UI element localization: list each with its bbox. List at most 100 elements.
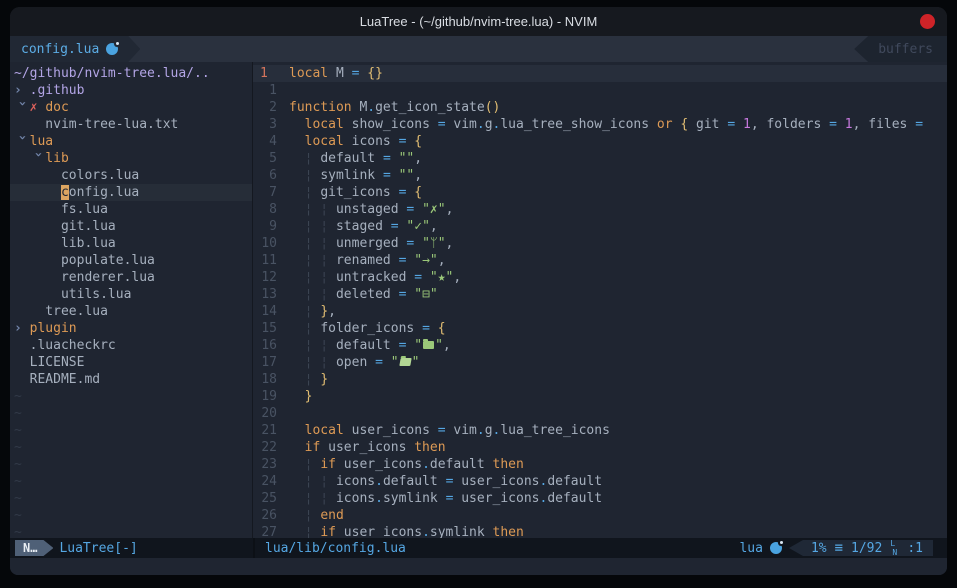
- token: onfig.lua: [69, 185, 139, 200]
- tree-root-path[interactable]: ~/github/nvim-tree.lua/..: [10, 65, 252, 82]
- code-line[interactable]: 18 ¦ }: [253, 371, 947, 388]
- buffers-segment[interactable]: buffers: [854, 36, 947, 62]
- code-text: ¦ folder_icons = {: [289, 320, 446, 337]
- code-line[interactable]: 8 ¦ ¦ unstaged = "✗",: [253, 201, 947, 218]
- token: g: [485, 423, 493, 438]
- token: default: [547, 474, 602, 489]
- code-line[interactable]: 12 ¦ ¦ untracked = "★",: [253, 269, 947, 286]
- code-line[interactable]: 26 ¦ end: [253, 507, 947, 524]
- tree-item-luacheckrc[interactable]: .luacheckrc: [10, 337, 252, 354]
- tree-item-renderer-lua[interactable]: renderer.lua: [10, 269, 252, 286]
- code-line[interactable]: 5 ¦ default = "",: [253, 150, 947, 167]
- code-line[interactable]: 1local M = {}: [253, 65, 947, 82]
- title-bar[interactable]: LuaTree - (~/github/nvim-tree.lua) - NVI…: [10, 7, 947, 36]
- token: default: [430, 457, 493, 472]
- tree-item-github[interactable]: › .github: [10, 82, 252, 99]
- tree-item-git-lua[interactable]: git.lua: [10, 218, 252, 235]
- token: function: [289, 100, 352, 115]
- line-number: 26: [253, 507, 289, 524]
- tab-config-lua[interactable]: config.lua: [10, 36, 140, 62]
- token: ¦ ¦: [305, 270, 336, 285]
- token: [289, 338, 305, 353]
- token: ¦ ¦: [305, 236, 336, 251]
- line-number: 3: [253, 116, 289, 133]
- code-line[interactable]: 9 ¦ ¦ staged = "✓",: [253, 218, 947, 235]
- token: [430, 321, 438, 336]
- token: ¦: [305, 321, 321, 336]
- tree-item-utils-lua[interactable]: utils.lua: [10, 286, 252, 303]
- code-line[interactable]: 15 ¦ folder_icons = {: [253, 320, 947, 337]
- code-text: ¦ ¦ unstaged = "✗",: [289, 201, 453, 218]
- file-tree[interactable]: ~/github/nvim-tree.lua/..› .github› ✗ do…: [10, 62, 252, 538]
- code-line[interactable]: 24 ¦ ¦ icons.default = user_icons.defaul…: [253, 473, 947, 490]
- tree-item-license[interactable]: LICENSE: [10, 354, 252, 371]
- code-line[interactable]: 1: [253, 82, 947, 99]
- editor-buffer[interactable]: 1local M = {}12function M.get_icon_state…: [253, 62, 947, 538]
- code-line[interactable]: 7 ¦ git_icons = {: [253, 184, 947, 201]
- line-number: 12: [253, 269, 289, 286]
- code-line[interactable]: 25 ¦ ¦ icons.symlink = user_icons.defaul…: [253, 490, 947, 507]
- tree-item-lib-lua[interactable]: lib.lua: [10, 235, 252, 252]
- token: "→": [414, 253, 437, 268]
- token: (): [485, 100, 501, 115]
- code-line[interactable]: 27 ¦ if user_icons.symlink then: [253, 524, 947, 538]
- token: [289, 440, 305, 455]
- tree-item-populate-lua[interactable]: populate.lua: [10, 252, 252, 269]
- code-line[interactable]: 13 ¦ ¦ deleted = "⊟": [253, 286, 947, 303]
- tree-item-colors-lua[interactable]: colors.lua: [10, 167, 252, 184]
- code-text: ¦ ¦ icons.default = user_icons.default: [289, 473, 602, 490]
- token: =: [727, 117, 735, 132]
- token: if: [305, 440, 321, 455]
- token: doc: [45, 100, 68, 115]
- token: =: [383, 151, 391, 166]
- code-line[interactable]: 19 }: [253, 388, 947, 405]
- close-button[interactable]: [920, 14, 935, 29]
- token: or: [657, 117, 673, 132]
- token: then: [493, 525, 524, 538]
- token: [289, 457, 305, 472]
- code-text: local M = {}: [289, 65, 383, 82]
- code-line[interactable]: 23 ¦ if user_icons.default then: [253, 456, 947, 473]
- main-area: ~/github/nvim-tree.lua/..› .github› ✗ do…: [10, 62, 947, 538]
- tree-item-nvim-tree-lua-txt[interactable]: nvim-tree-lua.txt: [10, 116, 252, 133]
- tree-item-lib[interactable]: › lib: [10, 150, 252, 167]
- token: vim: [446, 423, 477, 438]
- command-line[interactable]: [10, 558, 947, 575]
- token: 1: [845, 117, 853, 132]
- code-line[interactable]: 4 local icons = {: [253, 133, 947, 150]
- tree-item-fs-lua[interactable]: fs.lua: [10, 201, 252, 218]
- code-line[interactable]: 6 ¦ symlink = "",: [253, 167, 947, 184]
- token: ~: [14, 474, 22, 489]
- code-line[interactable]: 17 ¦ ¦ open = "": [253, 354, 947, 371]
- token: default: [383, 474, 446, 489]
- token: "★": [430, 270, 453, 285]
- line-number: 22: [253, 439, 289, 456]
- tree-item-lua[interactable]: › lua: [10, 133, 252, 150]
- code-line[interactable]: 3 local show_icons = vim.g.lua_tree_show…: [253, 116, 947, 133]
- tree-item-doc[interactable]: › ✗ doc: [10, 99, 252, 116]
- code-line[interactable]: 22 if user_icons then: [253, 439, 947, 456]
- code-line[interactable]: 20: [253, 405, 947, 422]
- code-line[interactable]: 10 ¦ ¦ unmerged = "ᛘ",: [253, 235, 947, 252]
- code-line[interactable]: 21 local user_icons = vim.g.lua_tree_ico…: [253, 422, 947, 439]
- tree-item-readme-md[interactable]: README.md: [10, 371, 252, 388]
- token: }: [305, 389, 313, 404]
- file-path: lua/lib/config.lua: [265, 541, 406, 556]
- tree-item-tree-lua[interactable]: tree.lua: [10, 303, 252, 320]
- tree-item-plugin[interactable]: › plugin: [10, 320, 252, 337]
- code-line[interactable]: 14 ¦ },: [253, 303, 947, 320]
- token: ¦: [305, 185, 321, 200]
- token: ¦: [305, 168, 321, 183]
- token: ": [391, 355, 399, 370]
- tree-item-config-lua[interactable]: config.lua: [10, 184, 252, 201]
- token: [391, 168, 399, 183]
- line-number: 25: [253, 490, 289, 507]
- token: local: [305, 117, 344, 132]
- token: ~: [14, 457, 22, 472]
- code-line[interactable]: 2function M.get_icon_state(): [253, 99, 947, 116]
- token: [289, 423, 305, 438]
- token: [289, 287, 305, 302]
- token: ›: [13, 100, 30, 116]
- code-line[interactable]: 16 ¦ ¦ default = "",: [253, 337, 947, 354]
- code-line[interactable]: 11 ¦ ¦ renamed = "→",: [253, 252, 947, 269]
